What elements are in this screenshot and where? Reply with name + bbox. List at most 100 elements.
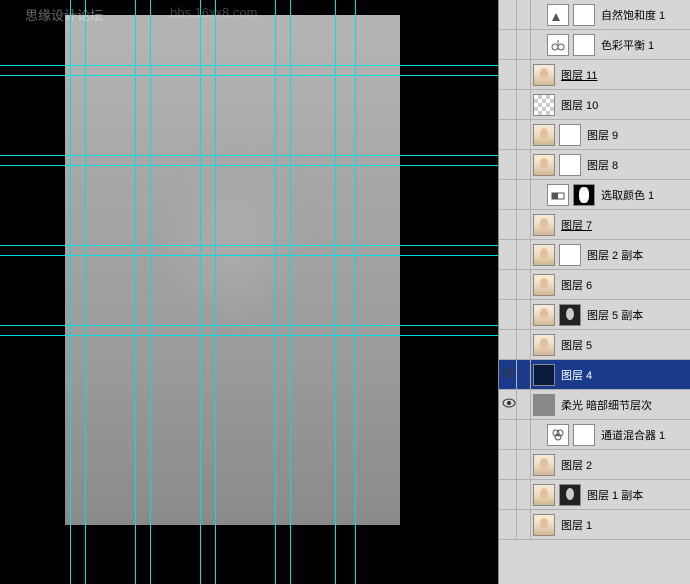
- visibility-toggle[interactable]: [501, 210, 517, 239]
- layer-name-label[interactable]: 图层 8: [587, 157, 618, 173]
- layer-name-label[interactable]: 图层 6: [561, 277, 592, 293]
- layer-row[interactable]: 图层 8: [499, 150, 690, 180]
- layer-thumbnail[interactable]: [533, 124, 555, 146]
- guide-vertical[interactable]: [355, 0, 356, 584]
- layer-row[interactable]: 柔光 暗部细节层次: [499, 390, 690, 420]
- lock-column[interactable]: [517, 180, 531, 209]
- layer-name-label[interactable]: 图层 4: [561, 367, 592, 383]
- layer-name-label[interactable]: 色彩平衡 1: [601, 37, 654, 53]
- lock-column[interactable]: [517, 150, 531, 179]
- guide-vertical[interactable]: [290, 0, 291, 584]
- layer-name-label[interactable]: 自然饱和度 1: [601, 7, 665, 23]
- visibility-toggle[interactable]: [501, 120, 517, 149]
- layer-row[interactable]: 图层 4: [499, 360, 690, 390]
- layer-thumbnail[interactable]: [533, 64, 555, 86]
- lock-column[interactable]: [517, 210, 531, 239]
- guide-vertical[interactable]: [85, 0, 86, 584]
- visibility-toggle[interactable]: [501, 420, 517, 449]
- guide-horizontal[interactable]: [0, 155, 498, 156]
- visibility-toggle[interactable]: [501, 30, 517, 59]
- guide-horizontal[interactable]: [0, 335, 498, 336]
- guide-horizontal[interactable]: [0, 245, 498, 246]
- layer-row[interactable]: 图层 5 副本: [499, 300, 690, 330]
- lock-column[interactable]: [517, 270, 531, 299]
- layer-row[interactable]: 图层 7: [499, 210, 690, 240]
- adjustment-icon[interactable]: [547, 184, 569, 206]
- layer-row[interactable]: 图层 1: [499, 510, 690, 540]
- layer-name-label[interactable]: 通道混合器 1: [601, 427, 665, 443]
- layer-row[interactable]: 图层 9: [499, 120, 690, 150]
- adjustment-icon[interactable]: [547, 424, 569, 446]
- visibility-toggle[interactable]: [501, 300, 517, 329]
- layer-mask-thumbnail[interactable]: [573, 34, 595, 56]
- adjustment-icon[interactable]: [547, 34, 569, 56]
- lock-column[interactable]: [517, 450, 531, 479]
- layer-name-label[interactable]: 图层 5: [561, 337, 592, 353]
- layer-name-label[interactable]: 图层 9: [587, 127, 618, 143]
- layer-mask-thumbnail[interactable]: [559, 484, 581, 506]
- guide-vertical[interactable]: [275, 0, 276, 584]
- visibility-toggle[interactable]: [501, 150, 517, 179]
- lock-column[interactable]: [517, 60, 531, 89]
- layer-thumbnail[interactable]: [533, 484, 555, 506]
- layer-name-label[interactable]: 选取颜色 1: [601, 187, 654, 203]
- layer-row[interactable]: 通道混合器 1: [499, 420, 690, 450]
- layer-thumbnail[interactable]: [533, 244, 555, 266]
- layer-thumbnail[interactable]: [533, 154, 555, 176]
- layer-mask-thumbnail[interactable]: [559, 244, 581, 266]
- lock-column[interactable]: [517, 300, 531, 329]
- layer-row[interactable]: 图层 10: [499, 90, 690, 120]
- guide-vertical[interactable]: [335, 0, 336, 584]
- lock-column[interactable]: [517, 30, 531, 59]
- lock-column[interactable]: [517, 510, 531, 539]
- layer-name-label[interactable]: 图层 11: [561, 67, 597, 83]
- visibility-toggle[interactable]: [501, 0, 517, 29]
- guide-vertical[interactable]: [200, 0, 201, 584]
- guide-vertical[interactable]: [135, 0, 136, 584]
- lock-column[interactable]: [517, 120, 531, 149]
- layer-name-label[interactable]: 图层 10: [561, 97, 598, 113]
- layer-mask-thumbnail[interactable]: [573, 4, 595, 26]
- visibility-toggle[interactable]: [501, 270, 517, 299]
- guide-vertical[interactable]: [70, 0, 71, 584]
- visibility-toggle[interactable]: [501, 390, 517, 419]
- layer-row[interactable]: 图层 6: [499, 270, 690, 300]
- layer-thumbnail[interactable]: [533, 334, 555, 356]
- guide-vertical[interactable]: [215, 0, 216, 584]
- visibility-toggle[interactable]: [501, 330, 517, 359]
- visibility-toggle[interactable]: [501, 510, 517, 539]
- layer-mask-thumbnail[interactable]: [559, 154, 581, 176]
- visibility-toggle[interactable]: [501, 180, 517, 209]
- layer-row[interactable]: 图层 11: [499, 60, 690, 90]
- lock-column[interactable]: [517, 480, 531, 509]
- layer-mask-thumbnail[interactable]: [573, 184, 595, 206]
- layer-row[interactable]: 自然饱和度 1: [499, 0, 690, 30]
- layers-panel[interactable]: 自然饱和度 1 色彩平衡 1图层 11 图层 10 图层 9 图层 8 选取颜色 1 图层 …: [498, 0, 690, 584]
- lock-column[interactable]: [517, 390, 531, 419]
- guide-vertical[interactable]: [150, 0, 151, 584]
- guide-horizontal[interactable]: [0, 165, 498, 166]
- layer-thumbnail[interactable]: [533, 304, 555, 326]
- visibility-toggle[interactable]: [501, 450, 517, 479]
- guide-horizontal[interactable]: [0, 325, 498, 326]
- guide-horizontal[interactable]: [0, 255, 498, 256]
- lock-column[interactable]: [517, 0, 531, 29]
- visibility-toggle[interactable]: [501, 60, 517, 89]
- layer-name-label[interactable]: 柔光 暗部细节层次: [561, 397, 652, 413]
- layer-row[interactable]: 选取颜色 1: [499, 180, 690, 210]
- layer-thumbnail[interactable]: [533, 94, 555, 116]
- layer-row[interactable]: 图层 1 副本: [499, 480, 690, 510]
- layer-name-label[interactable]: 图层 1: [561, 517, 592, 533]
- canvas-area[interactable]: 思缘设计论坛 bbs.16xx8.com: [0, 0, 498, 584]
- layer-row[interactable]: 图层 2 副本: [499, 240, 690, 270]
- guide-horizontal[interactable]: [0, 75, 498, 76]
- layer-mask-thumbnail[interactable]: [573, 424, 595, 446]
- lock-column[interactable]: [517, 330, 531, 359]
- visibility-toggle[interactable]: [501, 480, 517, 509]
- adjustment-icon[interactable]: [547, 4, 569, 26]
- layer-mask-thumbnail[interactable]: [559, 124, 581, 146]
- layer-thumbnail[interactable]: [533, 454, 555, 476]
- visibility-toggle[interactable]: [501, 90, 517, 119]
- layer-name-label[interactable]: 图层 2: [561, 457, 592, 473]
- layer-thumbnail[interactable]: [533, 394, 555, 416]
